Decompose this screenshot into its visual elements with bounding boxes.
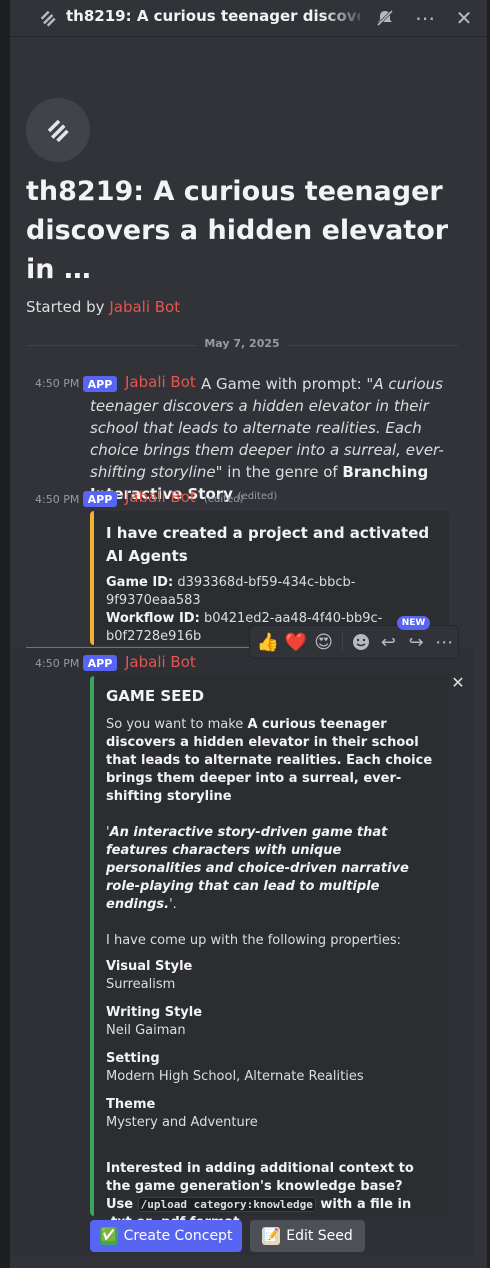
more-actions-icon[interactable]: ⋯ xyxy=(430,628,458,656)
date-divider: May 7, 2025 xyxy=(26,337,458,350)
message-text-start: A Game with prompt: " xyxy=(201,375,374,393)
embed-accent-bar xyxy=(90,511,94,645)
more-options-icon[interactable]: ⋯ xyxy=(412,5,438,31)
footer-use: Use xyxy=(106,1197,138,1212)
close-icon[interactable]: ✕ xyxy=(451,5,477,31)
upload-command[interactable]: /upload category:knowledge xyxy=(137,1197,316,1212)
game-seed-content: GAME SEED So you want to make A curious … xyxy=(106,686,433,1232)
toolbar-separator xyxy=(341,632,343,652)
message-timestamp[interactable]: 4:50 PM xyxy=(35,657,79,670)
field-label: Writing Style xyxy=(106,1005,203,1020)
thread-topbar: th8219: A curious teenager discovers a h… xyxy=(10,0,487,37)
embed-accent-bar xyxy=(90,676,94,1216)
edit-seed-button[interactable]: 📝 Edit Seed xyxy=(250,1220,365,1252)
thumbs-up-reaction-icon[interactable]: 👍 xyxy=(254,628,282,656)
memo-icon: 📝 xyxy=(262,1227,281,1245)
reply-icon[interactable]: ↩ xyxy=(374,628,402,656)
forward-icon[interactable]: ↪ xyxy=(402,628,430,656)
field-value: Neil Gaiman xyxy=(106,1023,186,1038)
app-badge: APP xyxy=(83,491,117,507)
heart-reaction-icon[interactable]: ❤️ xyxy=(282,628,310,656)
properties-intro: I have come up with the following proper… xyxy=(106,933,401,948)
field-value: Mystery and Adventure xyxy=(106,1115,258,1130)
heart-eyes-reaction-icon[interactable]: 😍 xyxy=(310,628,338,656)
message-timestamp[interactable]: 4:50 PM xyxy=(35,493,79,506)
thread-title: th8219: A curious teenager discovers a h… xyxy=(66,7,360,25)
date-divider-label: May 7, 2025 xyxy=(196,337,288,350)
mute-bell-icon[interactable] xyxy=(372,5,398,31)
field-label: Visual Style xyxy=(106,959,193,974)
new-badge: NEW xyxy=(397,616,430,630)
message-text-mid: " in the genre of xyxy=(215,463,343,481)
game-seed-intro: So you want to make A curious teenager d… xyxy=(106,716,433,806)
message-author[interactable]: Jabali Bot xyxy=(125,653,196,671)
started-by-author[interactable]: Jabali Bot xyxy=(109,298,180,316)
left-edge xyxy=(0,0,10,1268)
message-action-toolbar: 👍 ❤️ 😍 ↩ ↪ ⋯ xyxy=(249,625,459,659)
add-reaction-icon[interactable] xyxy=(347,628,375,656)
intro-text: So you want to make xyxy=(106,717,248,732)
field-label: Setting xyxy=(106,1051,160,1066)
game-seed-title: GAME SEED xyxy=(106,687,205,705)
dismiss-embed-icon[interactable]: ✕ xyxy=(448,673,468,693)
message-author[interactable]: Jabali Bot xyxy=(125,488,196,506)
check-icon: ✅ xyxy=(99,1227,118,1245)
app-badge: APP xyxy=(83,655,117,671)
field-value: Modern High School, Alternate Realities xyxy=(106,1069,364,1084)
started-by-prefix: Started by xyxy=(26,298,110,316)
page-title: th8219: A curious teenager discovers a h… xyxy=(26,176,449,285)
edited-label: (edited) xyxy=(204,494,244,505)
field-value: Surrealism xyxy=(106,977,176,992)
footer-question: Interested in adding additional context … xyxy=(106,1161,414,1194)
quote-text: An interactive story-driven game that fe… xyxy=(106,825,409,912)
workflow-id-label: Workflow ID: xyxy=(106,611,200,626)
started-by: Started by Jabali Bot xyxy=(26,298,180,316)
create-concept-button[interactable]: ✅ Create Concept xyxy=(90,1220,242,1252)
game-seed-quote: 'An interactive story-driven game that f… xyxy=(106,824,433,914)
thread-header-icon xyxy=(26,98,90,162)
edit-seed-label: Edit Seed xyxy=(286,1228,353,1244)
thread-icon xyxy=(36,6,60,30)
field-label: Theme xyxy=(106,1097,156,1112)
game-id-label: Game ID: xyxy=(106,575,174,590)
quote-close: '. xyxy=(169,897,177,912)
embed-game-seed: ✕ GAME SEED So you want to make A curiou… xyxy=(90,673,465,1230)
embed-title: I have created a project and activated A… xyxy=(106,524,430,565)
title-fade xyxy=(320,6,368,30)
message-timestamp[interactable]: 4:50 PM xyxy=(35,377,79,390)
create-concept-label: Create Concept xyxy=(123,1228,233,1244)
